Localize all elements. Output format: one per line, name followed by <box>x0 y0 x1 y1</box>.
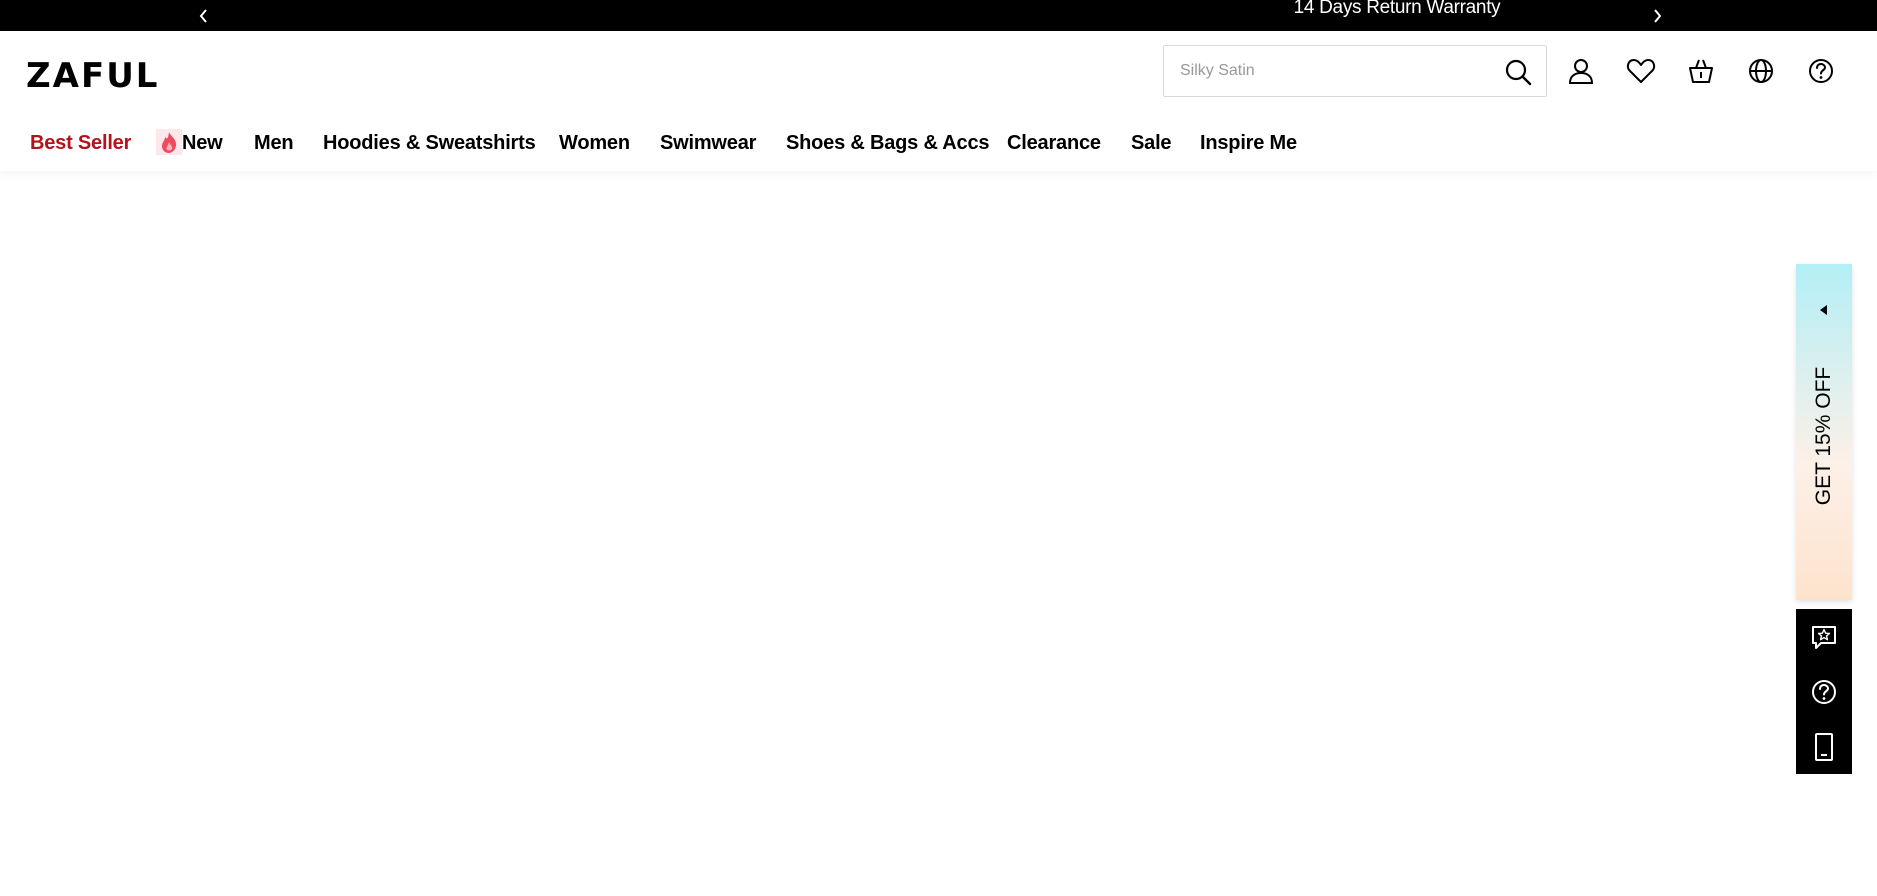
site-logo[interactable]: ZAFUL <box>26 56 159 96</box>
triangle-left-icon <box>1820 305 1827 315</box>
search-box <box>1163 45 1547 97</box>
flame-icon <box>156 129 182 155</box>
language-globe-icon <box>1749 59 1773 83</box>
promo-bar: 14 Days Return Warranty <box>0 0 1877 31</box>
chevron-right-icon <box>1654 8 1662 23</box>
cart-basket-icon <box>1689 59 1713 83</box>
nav-item-men[interactable]: Men <box>254 123 294 163</box>
account-icon <box>1568 59 1594 84</box>
side-promo-tab[interactable]: GET 15% OFF <box>1796 264 1852 600</box>
nav-item-hoodies-sweatshirts[interactable]: Hoodies & Sweatshirts <box>323 123 536 163</box>
account-button[interactable] <box>1565 55 1597 87</box>
side-help-button[interactable] <box>1796 664 1852 719</box>
nav-item-sale[interactable]: Sale <box>1131 123 1172 163</box>
feedback-star-icon <box>1812 625 1836 649</box>
promo-prev-button[interactable] <box>189 0 219 31</box>
site-header: ZAFUL Silky Satin Best Seller New Men Ho… <box>0 31 1877 171</box>
feedback-button[interactable] <box>1796 609 1852 664</box>
search-button[interactable] <box>1504 58 1532 86</box>
side-toolbar <box>1796 609 1852 774</box>
nav-item-inspire-me[interactable]: Inspire Me <box>1200 123 1297 163</box>
search-icon <box>1505 59 1532 86</box>
wishlist-heart-icon <box>1626 59 1656 83</box>
chevron-left-icon <box>199 8 207 23</box>
language-button[interactable] <box>1745 55 1777 87</box>
nav-item-new[interactable]: New <box>182 123 223 163</box>
main-nav: Best Seller New Men Hoodies & Sweatshirt… <box>0 123 1400 163</box>
cart-button[interactable] <box>1685 55 1717 87</box>
wishlist-button[interactable] <box>1625 55 1657 87</box>
help-question-icon <box>1812 679 1836 704</box>
nav-item-best-seller[interactable]: Best Seller <box>30 123 182 163</box>
nav-item-swimwear[interactable]: Swimwear <box>660 123 756 163</box>
help-question-icon <box>1809 59 1833 83</box>
promo-next-button[interactable] <box>1642 0 1672 31</box>
mobile-app-button[interactable] <box>1796 719 1852 774</box>
help-button[interactable] <box>1805 55 1837 87</box>
nav-item-clearance[interactable]: Clearance <box>1007 123 1101 163</box>
nav-item-women[interactable]: Women <box>559 123 630 163</box>
nav-item-label: Best Seller <box>30 132 132 154</box>
promo-message[interactable]: 14 Days Return Warranty <box>1157 0 1637 17</box>
search-input[interactable] <box>1180 46 1480 96</box>
nav-item-shoes-bags-accs[interactable]: Shoes & Bags & Accs <box>786 123 990 163</box>
mobile-app-icon <box>1815 732 1833 761</box>
side-promo-label: GET 15% OFF <box>1812 366 1835 506</box>
